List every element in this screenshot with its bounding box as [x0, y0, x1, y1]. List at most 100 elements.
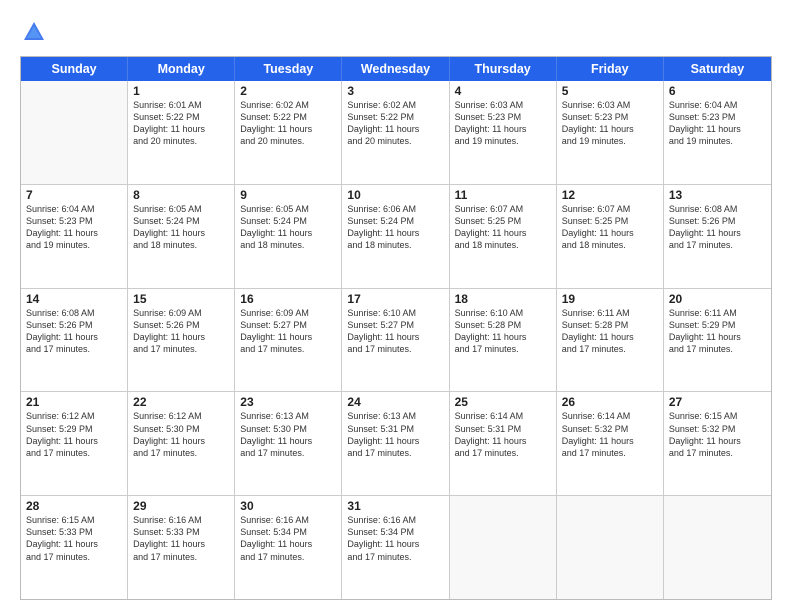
day-info: Sunrise: 6:13 AM Sunset: 5:30 PM Dayligh…: [240, 410, 336, 459]
logo-icon: [20, 18, 48, 46]
day-number: 23: [240, 395, 336, 409]
calendar-row-2: 7Sunrise: 6:04 AM Sunset: 5:23 PM Daylig…: [21, 184, 771, 288]
calendar-row-1: 1Sunrise: 6:01 AM Sunset: 5:22 PM Daylig…: [21, 81, 771, 184]
day-number: 31: [347, 499, 443, 513]
day-number: 20: [669, 292, 766, 306]
day-number: 26: [562, 395, 658, 409]
day-info: Sunrise: 6:11 AM Sunset: 5:28 PM Dayligh…: [562, 307, 658, 356]
header-day-monday: Monday: [128, 57, 235, 81]
day-info: Sunrise: 6:06 AM Sunset: 5:24 PM Dayligh…: [347, 203, 443, 252]
day-info: Sunrise: 6:08 AM Sunset: 5:26 PM Dayligh…: [669, 203, 766, 252]
day-info: Sunrise: 6:04 AM Sunset: 5:23 PM Dayligh…: [669, 99, 766, 148]
calendar-header: SundayMondayTuesdayWednesdayThursdayFrid…: [21, 57, 771, 81]
calendar-cell: [21, 81, 128, 184]
calendar-cell: 30Sunrise: 6:16 AM Sunset: 5:34 PM Dayli…: [235, 496, 342, 599]
calendar-cell: 29Sunrise: 6:16 AM Sunset: 5:33 PM Dayli…: [128, 496, 235, 599]
calendar-cell: 6Sunrise: 6:04 AM Sunset: 5:23 PM Daylig…: [664, 81, 771, 184]
day-info: Sunrise: 6:09 AM Sunset: 5:27 PM Dayligh…: [240, 307, 336, 356]
day-info: Sunrise: 6:04 AM Sunset: 5:23 PM Dayligh…: [26, 203, 122, 252]
calendar-cell: 14Sunrise: 6:08 AM Sunset: 5:26 PM Dayli…: [21, 289, 128, 392]
day-number: 21: [26, 395, 122, 409]
calendar-cell: 27Sunrise: 6:15 AM Sunset: 5:32 PM Dayli…: [664, 392, 771, 495]
calendar-cell: 19Sunrise: 6:11 AM Sunset: 5:28 PM Dayli…: [557, 289, 664, 392]
day-number: 5: [562, 84, 658, 98]
calendar-row-5: 28Sunrise: 6:15 AM Sunset: 5:33 PM Dayli…: [21, 495, 771, 599]
calendar-cell: 10Sunrise: 6:06 AM Sunset: 5:24 PM Dayli…: [342, 185, 449, 288]
day-info: Sunrise: 6:15 AM Sunset: 5:33 PM Dayligh…: [26, 514, 122, 563]
day-number: 11: [455, 188, 551, 202]
day-info: Sunrise: 6:03 AM Sunset: 5:23 PM Dayligh…: [455, 99, 551, 148]
calendar: SundayMondayTuesdayWednesdayThursdayFrid…: [20, 56, 772, 600]
day-number: 24: [347, 395, 443, 409]
header-day-tuesday: Tuesday: [235, 57, 342, 81]
day-number: 7: [26, 188, 122, 202]
calendar-row-4: 21Sunrise: 6:12 AM Sunset: 5:29 PM Dayli…: [21, 391, 771, 495]
calendar-cell: 12Sunrise: 6:07 AM Sunset: 5:25 PM Dayli…: [557, 185, 664, 288]
calendar-cell: 5Sunrise: 6:03 AM Sunset: 5:23 PM Daylig…: [557, 81, 664, 184]
day-number: 9: [240, 188, 336, 202]
calendar-cell: 26Sunrise: 6:14 AM Sunset: 5:32 PM Dayli…: [557, 392, 664, 495]
header-day-wednesday: Wednesday: [342, 57, 449, 81]
header-day-sunday: Sunday: [21, 57, 128, 81]
calendar-cell: [450, 496, 557, 599]
calendar-cell: 7Sunrise: 6:04 AM Sunset: 5:23 PM Daylig…: [21, 185, 128, 288]
calendar-cell: 11Sunrise: 6:07 AM Sunset: 5:25 PM Dayli…: [450, 185, 557, 288]
calendar-cell: 21Sunrise: 6:12 AM Sunset: 5:29 PM Dayli…: [21, 392, 128, 495]
calendar-cell: 23Sunrise: 6:13 AM Sunset: 5:30 PM Dayli…: [235, 392, 342, 495]
day-number: 3: [347, 84, 443, 98]
calendar-cell: 20Sunrise: 6:11 AM Sunset: 5:29 PM Dayli…: [664, 289, 771, 392]
calendar-cell: 15Sunrise: 6:09 AM Sunset: 5:26 PM Dayli…: [128, 289, 235, 392]
day-number: 2: [240, 84, 336, 98]
calendar-cell: [664, 496, 771, 599]
day-info: Sunrise: 6:02 AM Sunset: 5:22 PM Dayligh…: [240, 99, 336, 148]
day-info: Sunrise: 6:14 AM Sunset: 5:32 PM Dayligh…: [562, 410, 658, 459]
day-info: Sunrise: 6:16 AM Sunset: 5:34 PM Dayligh…: [347, 514, 443, 563]
calendar-cell: 3Sunrise: 6:02 AM Sunset: 5:22 PM Daylig…: [342, 81, 449, 184]
day-info: Sunrise: 6:09 AM Sunset: 5:26 PM Dayligh…: [133, 307, 229, 356]
day-number: 6: [669, 84, 766, 98]
day-info: Sunrise: 6:01 AM Sunset: 5:22 PM Dayligh…: [133, 99, 229, 148]
day-info: Sunrise: 6:12 AM Sunset: 5:30 PM Dayligh…: [133, 410, 229, 459]
day-number: 28: [26, 499, 122, 513]
day-number: 30: [240, 499, 336, 513]
calendar-cell: 17Sunrise: 6:10 AM Sunset: 5:27 PM Dayli…: [342, 289, 449, 392]
calendar-cell: 2Sunrise: 6:02 AM Sunset: 5:22 PM Daylig…: [235, 81, 342, 184]
calendar-row-3: 14Sunrise: 6:08 AM Sunset: 5:26 PM Dayli…: [21, 288, 771, 392]
day-info: Sunrise: 6:02 AM Sunset: 5:22 PM Dayligh…: [347, 99, 443, 148]
day-info: Sunrise: 6:16 AM Sunset: 5:34 PM Dayligh…: [240, 514, 336, 563]
day-number: 29: [133, 499, 229, 513]
calendar-cell: 25Sunrise: 6:14 AM Sunset: 5:31 PM Dayli…: [450, 392, 557, 495]
day-info: Sunrise: 6:07 AM Sunset: 5:25 PM Dayligh…: [562, 203, 658, 252]
day-number: 19: [562, 292, 658, 306]
day-info: Sunrise: 6:12 AM Sunset: 5:29 PM Dayligh…: [26, 410, 122, 459]
day-info: Sunrise: 6:05 AM Sunset: 5:24 PM Dayligh…: [133, 203, 229, 252]
day-number: 17: [347, 292, 443, 306]
day-number: 22: [133, 395, 229, 409]
page: SundayMondayTuesdayWednesdayThursdayFrid…: [0, 0, 792, 612]
day-number: 25: [455, 395, 551, 409]
header-day-saturday: Saturday: [664, 57, 771, 81]
calendar-cell: 8Sunrise: 6:05 AM Sunset: 5:24 PM Daylig…: [128, 185, 235, 288]
calendar-cell: 31Sunrise: 6:16 AM Sunset: 5:34 PM Dayli…: [342, 496, 449, 599]
calendar-cell: 16Sunrise: 6:09 AM Sunset: 5:27 PM Dayli…: [235, 289, 342, 392]
day-number: 8: [133, 188, 229, 202]
day-number: 4: [455, 84, 551, 98]
calendar-cell: 28Sunrise: 6:15 AM Sunset: 5:33 PM Dayli…: [21, 496, 128, 599]
calendar-cell: 1Sunrise: 6:01 AM Sunset: 5:22 PM Daylig…: [128, 81, 235, 184]
calendar-cell: 18Sunrise: 6:10 AM Sunset: 5:28 PM Dayli…: [450, 289, 557, 392]
calendar-cell: 13Sunrise: 6:08 AM Sunset: 5:26 PM Dayli…: [664, 185, 771, 288]
day-number: 12: [562, 188, 658, 202]
day-info: Sunrise: 6:10 AM Sunset: 5:27 PM Dayligh…: [347, 307, 443, 356]
header: [20, 18, 772, 46]
day-number: 16: [240, 292, 336, 306]
day-number: 1: [133, 84, 229, 98]
day-number: 10: [347, 188, 443, 202]
calendar-cell: [557, 496, 664, 599]
day-info: Sunrise: 6:08 AM Sunset: 5:26 PM Dayligh…: [26, 307, 122, 356]
day-info: Sunrise: 6:16 AM Sunset: 5:33 PM Dayligh…: [133, 514, 229, 563]
calendar-body: 1Sunrise: 6:01 AM Sunset: 5:22 PM Daylig…: [21, 81, 771, 599]
day-info: Sunrise: 6:13 AM Sunset: 5:31 PM Dayligh…: [347, 410, 443, 459]
day-number: 27: [669, 395, 766, 409]
day-number: 18: [455, 292, 551, 306]
calendar-cell: 22Sunrise: 6:12 AM Sunset: 5:30 PM Dayli…: [128, 392, 235, 495]
